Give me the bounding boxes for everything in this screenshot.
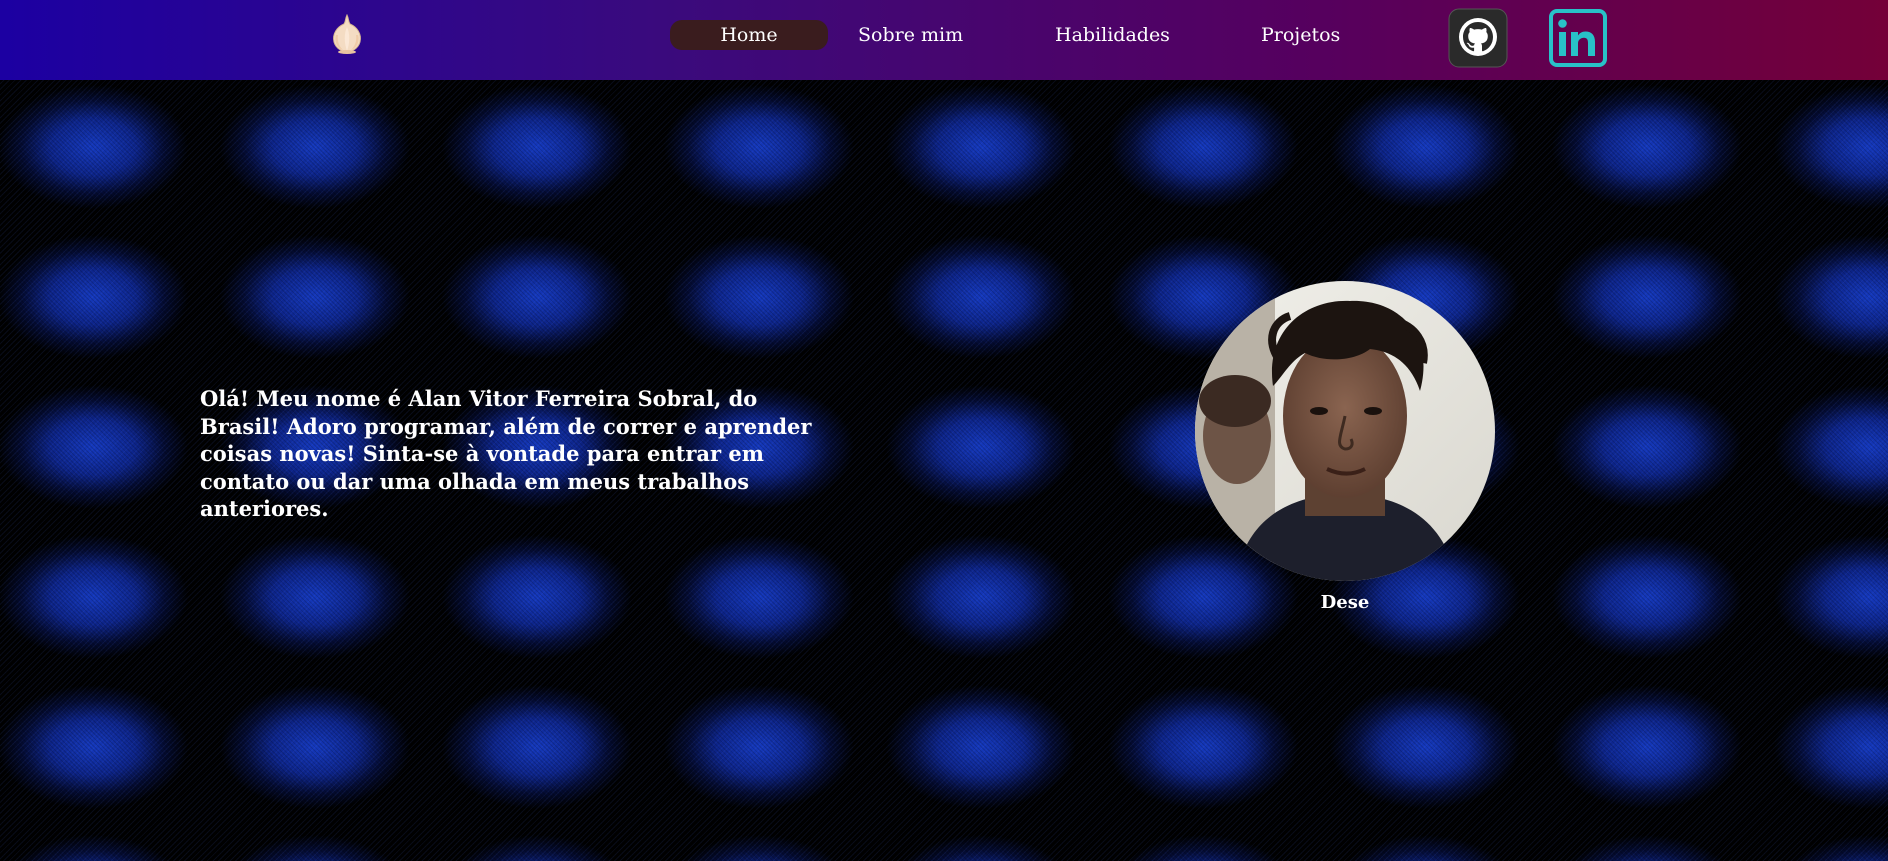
header: Home Sobre mim Habilidades Projetos <box>0 0 1888 80</box>
garlic-icon[interactable] <box>324 11 370 57</box>
profile-photo-image <box>1195 281 1495 581</box>
nav-projetos[interactable]: Projetos <box>1261 20 1340 50</box>
github-icon[interactable] <box>1448 8 1508 68</box>
page: Home Sobre mim Habilidades Projetos Olá!… <box>0 0 1888 861</box>
nav-sobre-mim[interactable]: Sobre mim <box>858 20 963 50</box>
intro-text: Olá! Meu nome é Alan Vitor Ferreira Sobr… <box>200 386 812 521</box>
photo-caption: Dese <box>1320 592 1370 613</box>
nav-home[interactable]: Home <box>670 20 828 50</box>
nav-habilidades[interactable]: Habilidades <box>1055 20 1170 50</box>
profile-photo <box>1195 281 1495 581</box>
linkedin-icon[interactable] <box>1548 8 1608 68</box>
